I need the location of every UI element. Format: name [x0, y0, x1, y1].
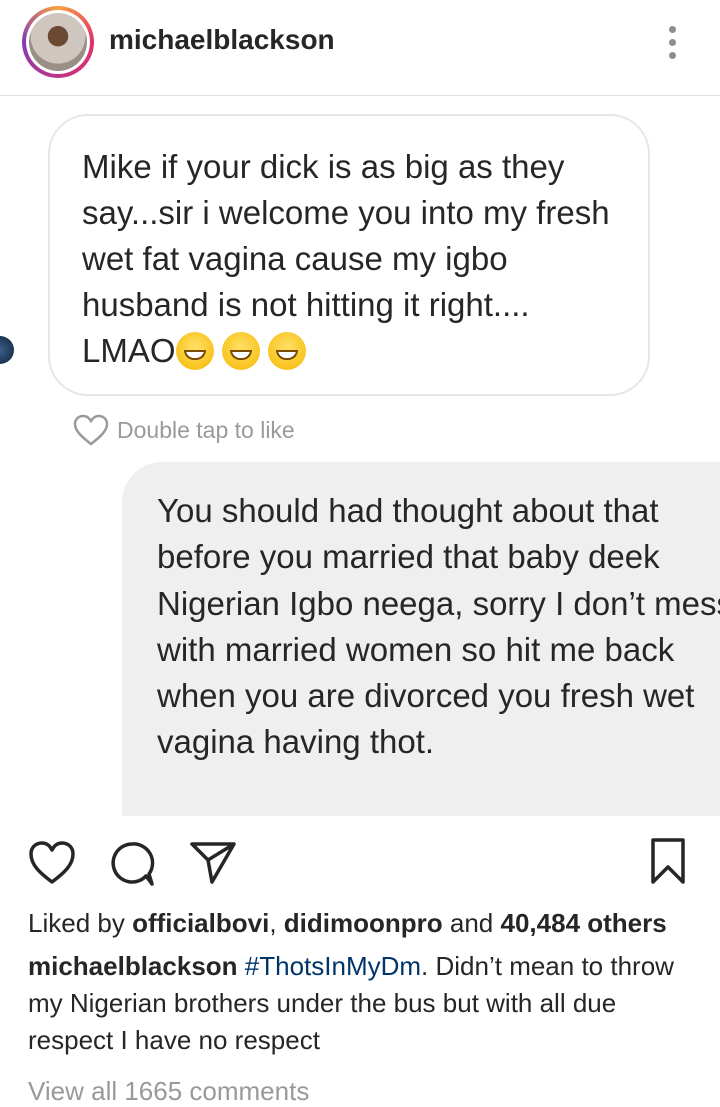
- heart-icon[interactable]: [28, 840, 76, 886]
- avatar[interactable]: [29, 13, 87, 71]
- comment-icon[interactable]: [108, 840, 156, 888]
- heart-outline-icon: [73, 414, 109, 446]
- avatar-border: [26, 10, 90, 74]
- post-header: michaelblackson: [0, 0, 720, 96]
- more-options-icon[interactable]: [660, 26, 684, 62]
- caption-author[interactable]: michaelblackson: [28, 951, 238, 981]
- double-tap-hint: Double tap to like: [117, 417, 295, 443]
- grinning-emoji-icon: [175, 332, 214, 370]
- share-icon[interactable]: [188, 838, 238, 886]
- post-caption: michaelblackson #ThotsInMyDm. Didn’t mea…: [28, 948, 698, 1059]
- likes-prefix: Liked by: [28, 908, 125, 938]
- view-all-comments-link[interactable]: View all 1665 comments: [28, 1076, 309, 1107]
- hashtag-link[interactable]: #ThotsInMyDm: [245, 951, 421, 981]
- likes-and: and: [449, 908, 494, 938]
- incoming-message-bubble: Mike if your dick is as big as they say.…: [48, 114, 650, 396]
- outgoing-message-bubble: You should had thought about that before…: [122, 462, 720, 816]
- post-image[interactable]: Mike if your dick is as big as they say.…: [0, 96, 720, 816]
- likes-count-link[interactable]: 40,484 others: [501, 908, 667, 938]
- sender-avatar: [0, 336, 14, 364]
- story-ring[interactable]: [22, 6, 94, 78]
- outgoing-message-text: You should had thought about that before…: [157, 492, 720, 761]
- incoming-message-body: Mike if your dick is as big as they say.…: [82, 148, 610, 369]
- likes-summary: Liked by officialbovi, didimoonpro and 4…: [28, 908, 667, 939]
- username[interactable]: michaelblackson: [109, 24, 335, 56]
- grinning-emoji-icon: [221, 332, 260, 370]
- incoming-message-text: Mike if your dick is as big as they say.…: [82, 144, 618, 374]
- bookmark-icon[interactable]: [648, 836, 688, 886]
- liker-link[interactable]: officialbovi: [132, 908, 269, 938]
- grinning-emoji-icon: [267, 332, 306, 370]
- liker-link[interactable]: didimoonpro: [284, 908, 443, 938]
- likes-separator: ,: [269, 908, 277, 938]
